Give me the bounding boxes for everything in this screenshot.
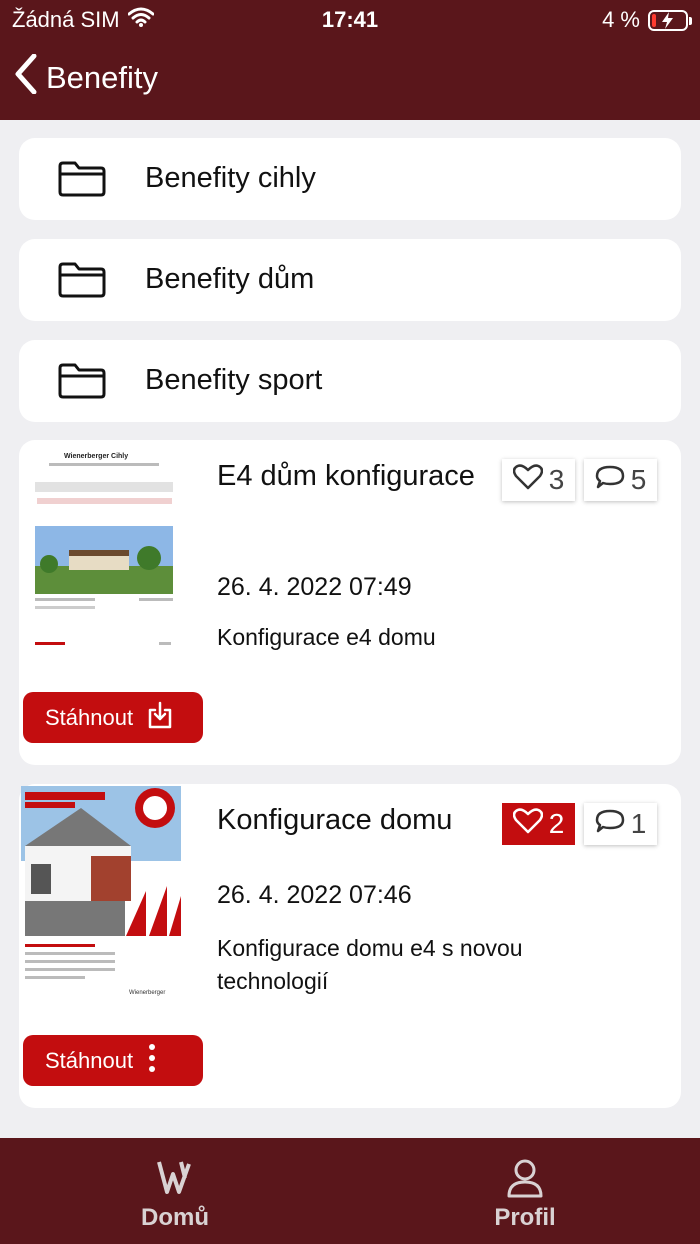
folder-icon	[57, 362, 107, 405]
tab-profile[interactable]: Profil	[350, 1138, 700, 1244]
tab-bar: Domů Profil	[0, 1138, 700, 1244]
download-label: Stáhnout	[45, 704, 134, 730]
document-thumbnail[interactable]: Wienerberger Cihly	[29, 446, 189, 664]
status-bar: Žádná SIM 17:41 4 %	[0, 0, 700, 40]
document-thumbnail[interactable]: Wienerberger	[21, 786, 181, 1000]
tab-home-label: Domů	[141, 1204, 209, 1231]
folder-item-benefity-sport[interactable]: Benefity sport	[19, 340, 681, 422]
tab-home[interactable]: Domů	[0, 1138, 350, 1244]
heart-icon	[512, 463, 543, 497]
person-icon	[505, 1158, 545, 1203]
folder-item-benefity-cihly[interactable]: Benefity cihly	[19, 138, 681, 220]
comment-count: 1	[630, 808, 647, 839]
thumb-brand: Wienerberger Cihly	[64, 453, 128, 460]
tab-profile-label: Profil	[494, 1204, 556, 1231]
navigation-bar: Benefity	[0, 40, 700, 120]
like-button[interactable]: 2	[502, 803, 575, 845]
comment-icon	[595, 808, 625, 841]
folder-icon	[57, 160, 107, 203]
document-title: Konfigurace domu	[217, 804, 453, 836]
document-card[interactable]: Wienerberger Cihly E4 dům konfigurace 3 …	[19, 440, 681, 765]
comment-icon	[595, 464, 625, 497]
comment-button[interactable]: 5	[584, 459, 657, 501]
document-description: Konfigurace e4 domu	[217, 624, 436, 650]
comment-count: 5	[630, 464, 647, 495]
folder-label: Benefity cihly	[145, 162, 316, 194]
more-vertical-icon[interactable]	[147, 1043, 157, 1079]
battery-percent: 4 %	[602, 7, 640, 32]
battery-icon	[648, 9, 692, 31]
document-description: Konfigurace domu e4 s novou technologií	[217, 935, 523, 994]
folder-icon	[57, 261, 107, 304]
thumb-brand: Wienerberger	[129, 990, 165, 996]
heart-icon	[512, 807, 543, 841]
battery-group: 4 %	[602, 7, 692, 33]
wienerberger-logo-icon	[155, 1158, 195, 1203]
document-date: 26. 4. 2022 07:46	[217, 881, 412, 909]
like-button[interactable]: 3	[502, 459, 575, 501]
document-title: E4 dům konfigurace	[217, 460, 475, 492]
document-date: 26. 4. 2022 07:49	[217, 573, 412, 601]
content-list[interactable]: Benefity cihly Benefity dům Benefity spo…	[0, 120, 700, 1138]
like-count: 2	[548, 808, 565, 839]
chevron-left-icon	[14, 53, 38, 102]
folder-item-benefity-dum[interactable]: Benefity dům	[19, 239, 681, 321]
back-button[interactable]: Benefity	[14, 53, 159, 102]
back-label: Benefity	[46, 60, 159, 95]
like-count: 3	[548, 464, 565, 495]
folder-label: Benefity sport	[145, 364, 323, 396]
folder-label: Benefity dům	[145, 263, 315, 295]
download-button[interactable]: Stáhnout	[23, 1035, 203, 1086]
clock: 17:41	[321, 7, 379, 32]
document-card[interactable]: Wienerberger Konfigurace domu 2 1 26. 4.…	[19, 784, 681, 1108]
download-button[interactable]: Stáhnout	[23, 692, 203, 743]
comment-button[interactable]: 1	[584, 803, 657, 845]
download-label: Stáhnout	[45, 1047, 134, 1073]
download-icon	[147, 701, 173, 735]
